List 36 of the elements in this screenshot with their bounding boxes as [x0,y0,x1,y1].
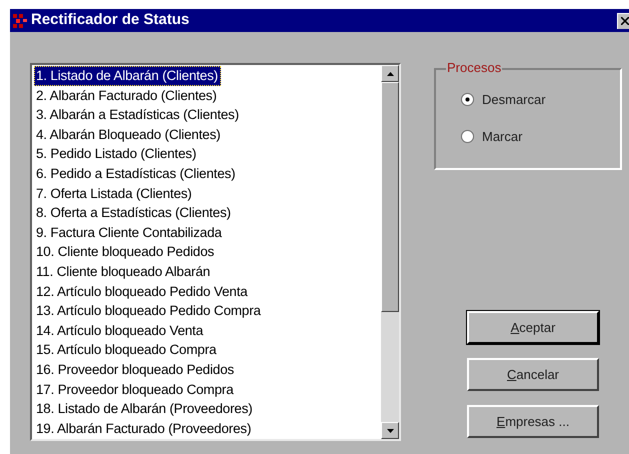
scrollbar[interactable] [381,65,399,439]
list-item[interactable]: 18. Listado de Albarán (Proveedores) [34,399,381,419]
list-item[interactable]: 4. Albarán Bloqueado (Clientes) [34,124,381,144]
close-button[interactable] [617,12,629,28]
list-item[interactable]: 2. Albarán Facturado (Clientes) [34,86,381,106]
radio-button[interactable] [461,130,474,143]
scroll-down-button[interactable] [381,422,399,439]
radio-option[interactable]: Marcar [461,126,620,146]
list-item[interactable]: 12. Artículo bloqueado Pedido Venta [34,282,381,302]
list-item[interactable]: 1. Listado de Albarán (Clientes) [34,66,221,86]
list-item[interactable]: 17. Proveedor bloqueado Compra [34,380,381,400]
dialog-button[interactable]: Cancelar [467,358,599,391]
app-icon [12,12,28,28]
list-item[interactable]: 15. Artículo bloqueado Compra [34,340,381,360]
list-item[interactable]: 3. Albarán a Estadísticas (Clientes) [34,105,381,125]
list-item[interactable]: 16. Proveedor bloqueado Pedidos [34,360,381,380]
list-item[interactable]: 14. Artículo bloqueado Venta [34,320,381,340]
list-item[interactable]: 11. Cliente bloqueado Albarán [34,262,381,282]
scroll-up-button[interactable] [381,65,399,82]
radio-option[interactable]: Desmarcar [461,90,620,110]
scroll-thumb[interactable] [381,82,399,312]
list-item[interactable]: 19. Albarán Facturado (Proveedores) [34,418,381,438]
list-item[interactable]: 7. Oferta Listada (Clientes) [34,184,381,204]
down-arrow-icon [386,428,394,432]
list-item[interactable]: 13. Artículo bloqueado Pedido Compra [34,301,381,321]
window-title: Rectificador de Status [31,10,190,30]
list-item[interactable]: 10. Cliente bloqueado Pedidos [34,242,381,262]
up-arrow-icon [386,72,394,76]
dialog-button[interactable]: Empresas ... [467,405,599,438]
dialog-button[interactable]: Aceptar [467,311,599,344]
list-item[interactable]: 6. Pedido a Estadísticas (Clientes) [34,164,381,184]
radio-button[interactable] [461,93,474,106]
list-item[interactable]: 5. Pedido Listado (Clientes) [34,144,381,164]
close-icon [621,17,629,25]
list-item[interactable]: 9. Factura Cliente Contabilizada [34,222,381,242]
list-item[interactable]: 8. Oferta a Estadísticas (Clientes) [34,203,381,223]
